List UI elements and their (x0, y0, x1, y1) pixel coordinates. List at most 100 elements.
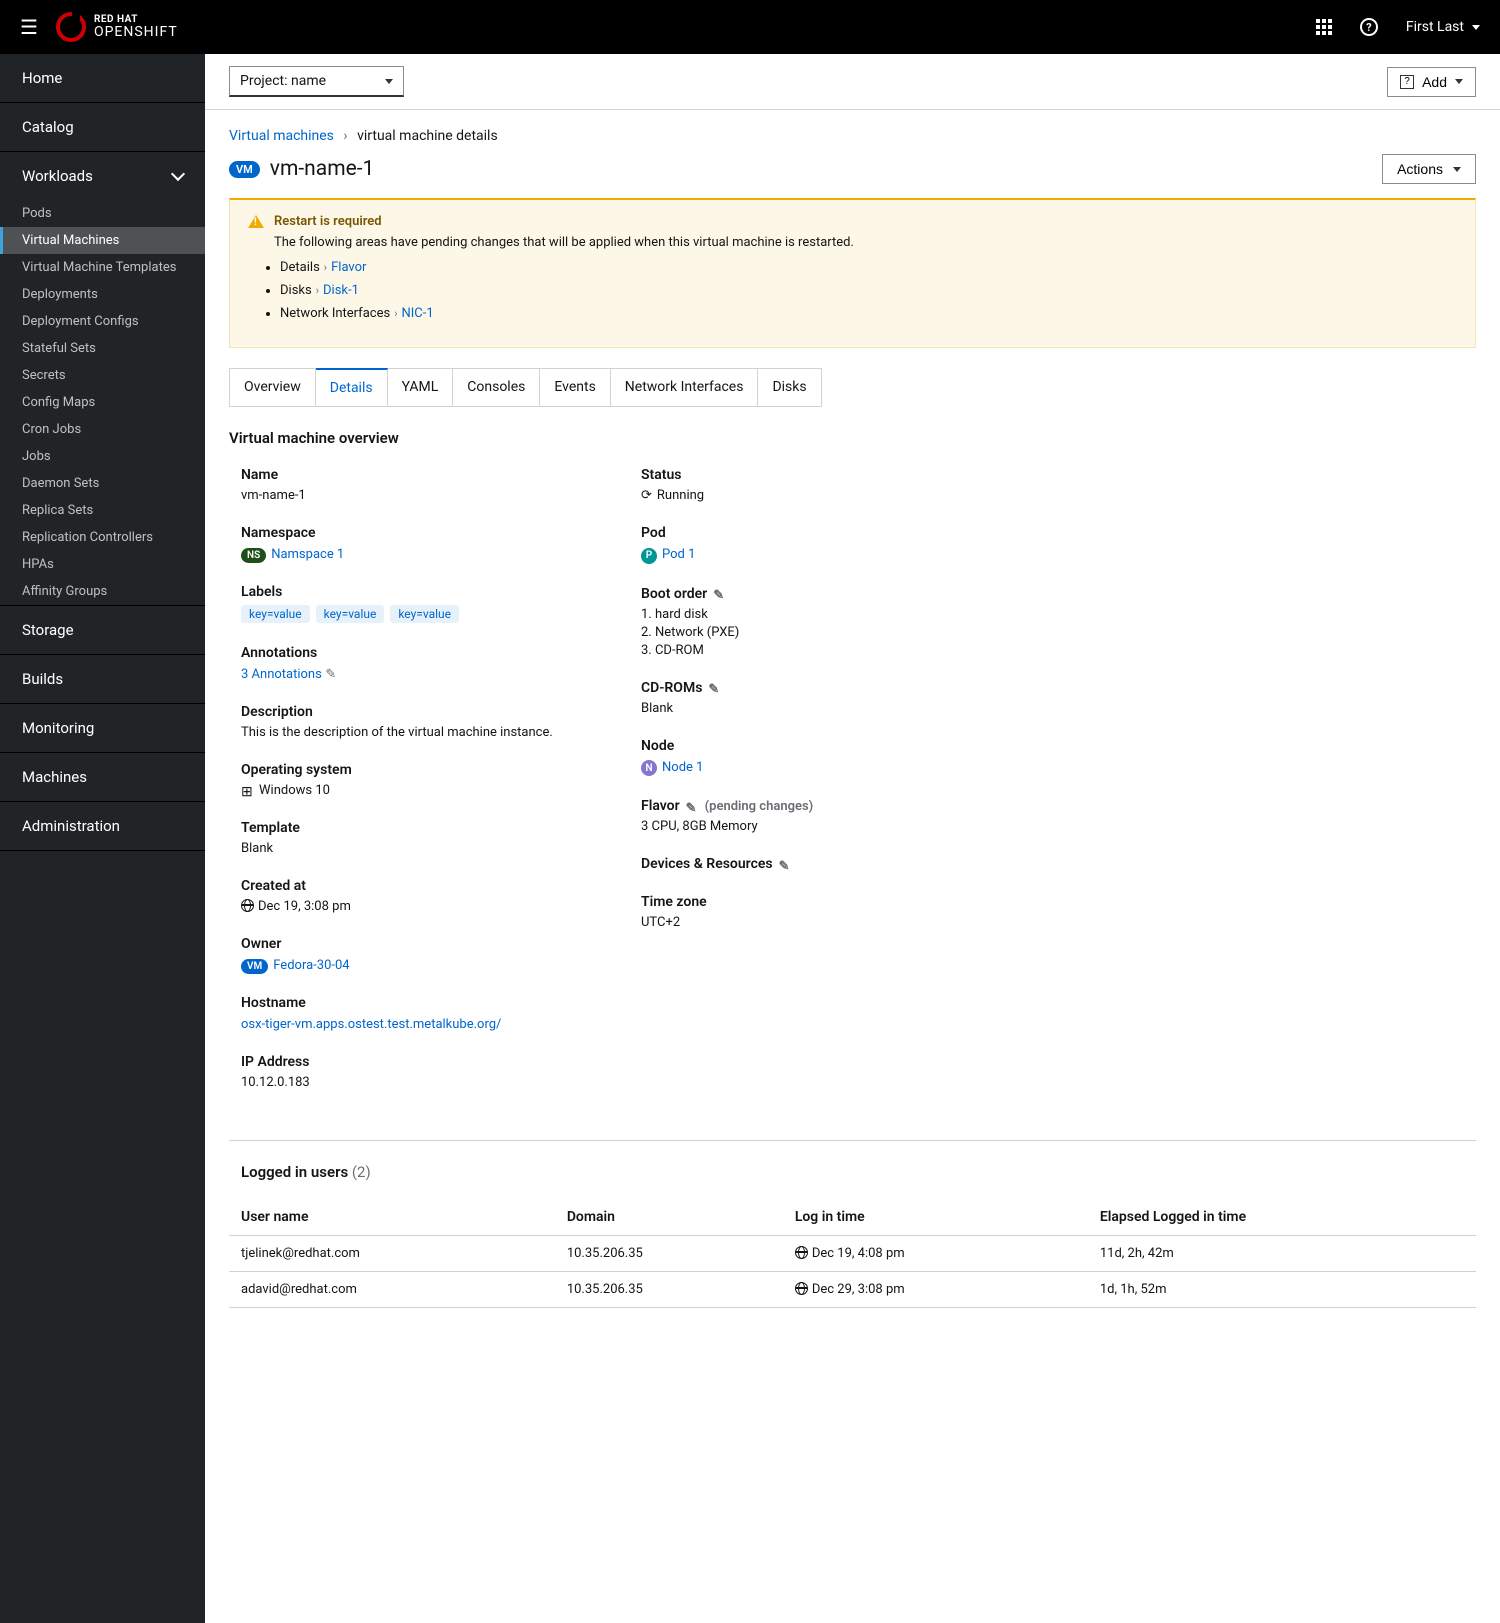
elapsed-cell: 1d, 1h, 52m (1088, 1272, 1476, 1308)
labels-label: Labels (241, 584, 601, 600)
pod-link[interactable]: Pod 1 (662, 547, 695, 562)
table-header: Log in time (783, 1199, 1088, 1236)
sidebar-item-daemon-sets[interactable]: Daemon Sets (0, 470, 205, 497)
breadcrumb-parent[interactable]: Virtual machines (229, 128, 334, 144)
owner-link[interactable]: Fedora-30-04 (273, 958, 349, 973)
sidebar-item-vm-templates[interactable]: Virtual Machine Templates (0, 254, 205, 281)
domain-cell: 10.35.206.35 (555, 1236, 783, 1272)
boot-item: 3. CD-ROM (641, 643, 1001, 658)
sidebar-item-secrets[interactable]: Secrets (0, 362, 205, 389)
sidebar-item-affinity-groups[interactable]: Affinity Groups (0, 578, 205, 605)
created-value: Dec 19, 3:08 pm (258, 899, 351, 914)
tab-disks[interactable]: Disks (758, 369, 820, 406)
label-chip[interactable]: key=value (390, 605, 459, 623)
sidebar-item-config-maps[interactable]: Config Maps (0, 389, 205, 416)
alert-item-link[interactable]: Disk-1 (323, 283, 359, 298)
cdroms-value: Blank (641, 701, 1001, 716)
sidebar-item-deployment-configs[interactable]: Deployment Configs (0, 308, 205, 335)
boot-order-label: Boot order (641, 586, 707, 602)
alert-item-link[interactable]: NIC-1 (402, 306, 434, 321)
apps-grid-icon[interactable] (1316, 19, 1332, 35)
alert-item: Network Interfaces›NIC-1 (280, 306, 1457, 321)
sidebar-item-home[interactable]: Home (0, 54, 205, 103)
users-title: Logged in users (241, 1163, 348, 1181)
sidebar-item-machines[interactable]: Machines (0, 753, 205, 802)
node-badge: N (641, 760, 657, 776)
breadcrumb-current: virtual machine details (357, 128, 498, 144)
sidebar-item-storage[interactable]: Storage (0, 606, 205, 655)
username-label: First Last (1406, 19, 1464, 35)
status-value: Running (657, 488, 704, 503)
chevron-down-icon (171, 167, 185, 181)
tab-yaml[interactable]: YAML (388, 369, 454, 406)
table-row: adavid@redhat.com10.35.206.35Dec 29, 3:0… (229, 1272, 1476, 1308)
created-label: Created at (241, 878, 601, 894)
pencil-icon[interactable] (779, 858, 792, 871)
flavor-pending: (pending changes) (705, 799, 814, 814)
sync-icon: ⟳ (641, 488, 652, 503)
annotations-link[interactable]: 3 Annotations (241, 667, 322, 682)
main-content: Project: name ? Add Virtual machines › v… (205, 54, 1500, 1623)
add-button[interactable]: ? Add (1387, 67, 1476, 97)
tab-network-interfaces[interactable]: Network Interfaces (611, 369, 759, 406)
namespace-label: Namespace (241, 525, 601, 541)
alert-title: Restart is required (274, 214, 382, 229)
sidebar-item-hpas[interactable]: HPAs (0, 551, 205, 578)
brand-logo[interactable]: RED HAT OPENSHIFT (56, 12, 178, 42)
pencil-icon[interactable] (713, 587, 726, 600)
node-link[interactable]: Node 1 (662, 760, 703, 775)
owner-label: Owner (241, 936, 601, 952)
help-icon[interactable]: ? (1360, 18, 1378, 36)
tab-overview[interactable]: Overview (230, 369, 316, 406)
label-chip[interactable]: key=value (316, 605, 385, 623)
sidebar-item-administration[interactable]: Administration (0, 802, 205, 851)
sidebar-item-workloads[interactable]: Workloads (0, 152, 205, 200)
sidebar-item-replication-controllers[interactable]: Replication Controllers (0, 524, 205, 551)
boot-item: 2. Network (PXE) (641, 625, 1001, 640)
page-title: vm-name-1 (270, 157, 375, 181)
sidebar-item-label: Workloads (22, 167, 93, 185)
toolbar: Project: name ? Add (205, 54, 1500, 110)
sidebar-item-pods[interactable]: Pods (0, 200, 205, 227)
sidebar-item-builds[interactable]: Builds (0, 655, 205, 704)
sidebar-item-catalog[interactable]: Catalog (0, 103, 205, 152)
namespace-link[interactable]: Namspace 1 (271, 547, 344, 562)
table-row: tjelinek@redhat.com10.35.206.35Dec 19, 4… (229, 1236, 1476, 1272)
alert-item-link[interactable]: Flavor (331, 260, 366, 275)
labels-row: key=value key=value key=value (241, 605, 601, 623)
globe-icon (795, 1246, 808, 1259)
hostname-link[interactable]: osx-tiger-vm.apps.ostest.test.metalkube.… (241, 1017, 501, 1032)
section-title: Virtual machine overview (229, 429, 1476, 447)
description-value: This is the description of the virtual m… (241, 725, 601, 740)
sidebar-item-jobs[interactable]: Jobs (0, 443, 205, 470)
project-selector[interactable]: Project: name (229, 66, 404, 97)
actions-button[interactable]: Actions (1382, 154, 1476, 184)
user-menu[interactable]: First Last (1406, 19, 1480, 35)
label-chip[interactable]: key=value (241, 605, 310, 623)
sidebar-item-monitoring[interactable]: Monitoring (0, 704, 205, 753)
sidebar-item-deployments[interactable]: Deployments (0, 281, 205, 308)
sidebar-item-replica-sets[interactable]: Replica Sets (0, 497, 205, 524)
boot-order-list: 1. hard disk2. Network (PXE)3. CD-ROM (641, 607, 1001, 658)
os-value: Windows 10 (259, 783, 330, 798)
sidebar-item-cron-jobs[interactable]: Cron Jobs (0, 416, 205, 443)
pencil-icon[interactable] (325, 666, 338, 679)
details-right-column: Status ⟳Running Pod PPod 1 Boot order 1.… (641, 467, 1001, 1112)
tab-details[interactable]: Details (316, 368, 388, 406)
table-header: User name (229, 1199, 555, 1236)
pencil-icon[interactable] (708, 681, 721, 694)
pencil-icon[interactable] (686, 800, 699, 813)
actions-label: Actions (1397, 161, 1443, 177)
caret-down-icon (1453, 167, 1461, 172)
hostname-label: Hostname (241, 995, 601, 1011)
sidebar-item-stateful-sets[interactable]: Stateful Sets (0, 335, 205, 362)
tab-consoles[interactable]: Consoles (453, 369, 540, 406)
breadcrumb: Virtual machines › virtual machine detai… (229, 128, 1476, 144)
hamburger-icon[interactable]: ☰ (20, 15, 38, 39)
sidebar-item-virtual-machines[interactable]: Virtual Machines (0, 227, 205, 254)
topbar: ☰ RED HAT OPENSHIFT ? First Last (0, 0, 1500, 54)
table-header: Domain (555, 1199, 783, 1236)
users-table: User nameDomainLog in timeElapsed Logged… (229, 1199, 1476, 1308)
tab-events[interactable]: Events (540, 369, 610, 406)
login-cell: Dec 29, 3:08 pm (783, 1272, 1088, 1308)
